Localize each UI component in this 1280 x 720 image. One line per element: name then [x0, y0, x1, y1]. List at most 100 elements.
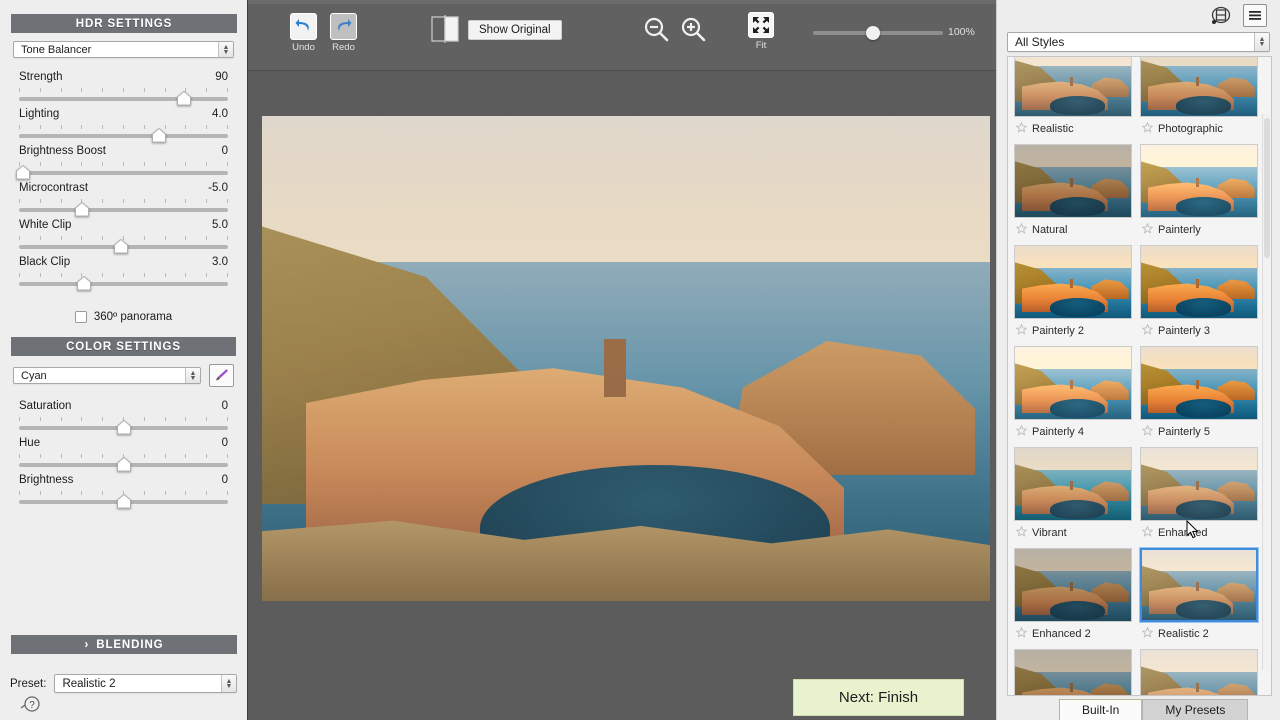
slider-track-area[interactable]	[19, 452, 228, 474]
star-icon[interactable]	[1015, 423, 1028, 441]
slider-thumb[interactable]	[116, 420, 131, 435]
preset-thumbnail[interactable]	[1014, 144, 1132, 218]
star-icon[interactable]	[1141, 423, 1154, 441]
star-icon[interactable]	[1015, 524, 1028, 542]
slider-tick	[206, 417, 208, 421]
slider-hue[interactable]: Hue 0	[19, 437, 228, 474]
slider-thumb[interactable]	[152, 128, 167, 143]
slider-track-area[interactable]	[19, 234, 228, 256]
star-icon[interactable]	[1015, 625, 1028, 643]
presets-scrollbar-thumb[interactable]	[1264, 118, 1270, 258]
preset-thumbnail[interactable]	[1140, 144, 1258, 218]
zoom-slider[interactable]	[813, 25, 943, 41]
slider-brightness[interactable]: Brightness 0	[19, 474, 228, 511]
slider-thumb[interactable]	[177, 91, 192, 106]
star-icon[interactable]	[1141, 524, 1154, 542]
show-original-button[interactable]: Show Original	[468, 20, 562, 40]
star-icon[interactable]	[1015, 322, 1028, 340]
preset-item[interactable]: Enhanced 2	[1014, 548, 1132, 649]
filmstrip-icon[interactable]	[1209, 4, 1233, 27]
list-view-icon[interactable]	[1243, 4, 1267, 27]
preset-item[interactable]: Photographic	[1140, 57, 1258, 144]
preset-thumbnail[interactable]	[1014, 548, 1132, 622]
tab-my-presets[interactable]: My Presets	[1142, 699, 1249, 720]
preset-thumbnail[interactable]	[1140, 245, 1258, 319]
slider-microcontrast[interactable]: Microcontrast -5.0	[19, 182, 228, 219]
star-icon[interactable]	[1141, 322, 1154, 340]
slider-white-clip[interactable]: White Clip 5.0	[19, 219, 228, 256]
split-compare-icon[interactable]	[430, 15, 460, 43]
slider-track-area[interactable]	[19, 86, 228, 108]
panorama-checkbox-row[interactable]: 360º panorama	[0, 311, 247, 323]
preset-item[interactable]: Painterly 5	[1140, 346, 1258, 447]
slider-thumb[interactable]	[116, 457, 131, 472]
zoom-out-icon[interactable]	[643, 16, 669, 47]
slider-thumb[interactable]	[16, 165, 31, 180]
preset-item[interactable]: Realistic 2	[1140, 548, 1258, 649]
preset-thumbnail[interactable]	[1014, 346, 1132, 420]
slider-track-area[interactable]	[19, 197, 228, 219]
slider-tick	[164, 162, 166, 166]
blending-section-header[interactable]: › BLENDING	[11, 635, 237, 654]
color-channel-select[interactable]: Cyan ▲ ▼	[13, 367, 201, 384]
slider-track-area[interactable]	[19, 123, 228, 145]
preset-thumbnail[interactable]	[1014, 649, 1132, 695]
preset-thumbnail[interactable]	[1140, 649, 1258, 695]
slider-thumb[interactable]	[114, 239, 129, 254]
preset-item[interactable]: Interior 2	[1140, 649, 1258, 695]
presets-scrollbar[interactable]	[1262, 114, 1270, 670]
help-question-icon[interactable]: ?	[20, 695, 40, 718]
color-channel-row: Cyan ▲ ▼	[13, 364, 234, 387]
star-icon[interactable]	[1015, 221, 1028, 239]
preset-item[interactable]: Painterly 4	[1014, 346, 1132, 447]
preset-item[interactable]: Vibrant	[1014, 447, 1132, 548]
preview-photo[interactable]	[262, 116, 990, 601]
preset-thumbnail[interactable]	[1014, 447, 1132, 521]
preset-thumbnail[interactable]	[1140, 447, 1258, 521]
tone-mapper-select[interactable]: Tone Balancer ▲ ▼	[13, 41, 234, 58]
preset-item[interactable]: Painterly 3	[1140, 245, 1258, 346]
slider-thumb[interactable]	[116, 494, 131, 509]
preset-thumbnail[interactable]	[1140, 57, 1258, 117]
fit-button[interactable]: Fit	[748, 12, 774, 51]
presets-panel: All Styles ▲ ▼ Realistic Photographic Natur…	[996, 0, 1280, 720]
slider-thumb[interactable]	[74, 202, 89, 217]
slider-black-clip[interactable]: Black Clip 3.0	[19, 256, 228, 293]
star-icon[interactable]	[1141, 625, 1154, 643]
preset-thumbnail[interactable]	[1140, 548, 1258, 622]
star-icon[interactable]	[1141, 221, 1154, 239]
panorama-checkbox[interactable]	[74, 311, 87, 323]
slider-lighting[interactable]: Lighting 4.0	[19, 108, 228, 145]
preset-item[interactable]: Interior	[1014, 649, 1132, 695]
preset-thumbnail[interactable]	[1014, 57, 1132, 117]
preset-item[interactable]: Painterly 2	[1014, 245, 1132, 346]
image-canvas[interactable]: Next: Finish	[248, 71, 996, 720]
preset-thumbnail[interactable]	[1140, 346, 1258, 420]
all-styles-select[interactable]: All Styles ▲ ▼	[1007, 32, 1270, 52]
preset-item[interactable]: Painterly	[1140, 144, 1258, 245]
presets-scroll-area[interactable]: Realistic Photographic Natural Painterly Pai…	[1007, 56, 1272, 696]
preset-item[interactable]: Natural	[1014, 144, 1132, 245]
redo-button[interactable]: Redo	[330, 13, 357, 53]
preset-item[interactable]: Realistic	[1014, 57, 1132, 144]
slider-saturation[interactable]: Saturation 0	[19, 400, 228, 437]
tab-built-in[interactable]: Built-In	[1059, 699, 1143, 720]
slider-track-area[interactable]	[19, 489, 228, 511]
slider-track-area[interactable]	[19, 415, 228, 437]
preset-thumbnail[interactable]	[1014, 245, 1132, 319]
zoom-slider-thumb[interactable]	[866, 26, 881, 40]
slider-thumb[interactable]	[76, 276, 91, 291]
slider-track-area[interactable]	[16, 160, 228, 182]
preset-select[interactable]: Realistic 2 ▲ ▼	[54, 674, 237, 693]
fit-to-screen-icon	[748, 12, 774, 38]
star-icon[interactable]	[1015, 120, 1028, 138]
brush-icon[interactable]	[209, 364, 234, 387]
slider-tick	[206, 491, 208, 495]
undo-button[interactable]: Undo	[290, 13, 317, 53]
slider-track-area[interactable]	[19, 271, 228, 293]
next-finish-button[interactable]: Next: Finish	[793, 679, 964, 716]
slider-brightness-boost[interactable]: Brightness Boost 0	[16, 145, 228, 182]
zoom-in-icon[interactable]	[680, 16, 706, 47]
slider-strength[interactable]: Strength 90	[19, 71, 228, 108]
star-icon[interactable]	[1141, 120, 1154, 138]
